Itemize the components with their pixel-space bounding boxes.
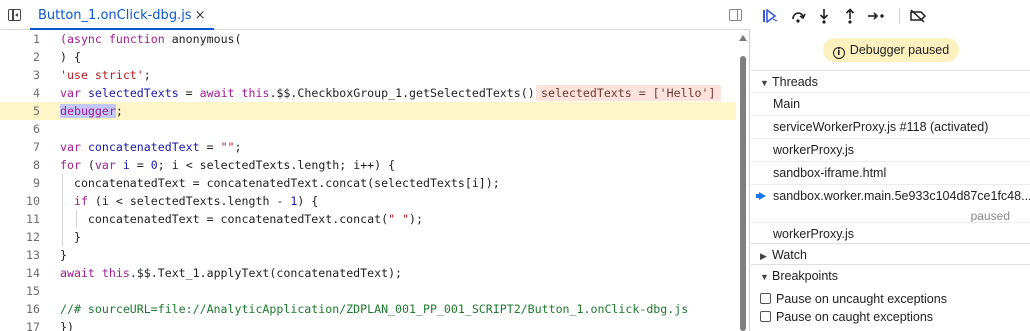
threads-section-header[interactable]: ▼ Threads bbox=[751, 70, 1030, 92]
line-number[interactable]: 13 bbox=[0, 246, 40, 264]
thread-label: workerProxy.js bbox=[773, 227, 855, 241]
caret-down-icon: ▼ bbox=[760, 272, 769, 282]
code-line: 9 concatenatedText = concatenatedText.co… bbox=[0, 174, 736, 192]
info-icon: i bbox=[832, 47, 845, 59]
step-over-icon[interactable] bbox=[787, 6, 809, 26]
line-number[interactable]: 17 bbox=[0, 318, 40, 331]
line-number[interactable]: 11 bbox=[0, 210, 40, 228]
thread-main[interactable]: Main bbox=[751, 92, 1030, 115]
caret-down-icon: ▼ bbox=[760, 78, 769, 88]
code-line: 11 concatenatedText = concatenatedText.c… bbox=[0, 210, 736, 228]
code-line: 14 await this.$$.Text_1.applyText(concate… bbox=[0, 264, 736, 282]
step-out-icon[interactable] bbox=[839, 6, 861, 26]
thread-label: serviceWorkerProxy.js #118 (activated) bbox=[773, 120, 989, 134]
code-line: 7 var concatenatedText = ""; bbox=[0, 138, 736, 156]
step-icon[interactable] bbox=[865, 6, 887, 26]
line-number[interactable]: 10 bbox=[0, 192, 40, 210]
code-line: 16//# sourceURL=file://AnalyticApplicati… bbox=[0, 300, 736, 318]
line-number[interactable]: 4 bbox=[0, 84, 40, 102]
code-line: 10 if (i < selectedTexts.length - 1) { bbox=[0, 192, 736, 210]
line-number[interactable]: 14 bbox=[0, 264, 40, 282]
editor-scrollbar[interactable] bbox=[737, 30, 750, 331]
step-into-icon[interactable] bbox=[813, 6, 835, 26]
close-icon[interactable]: × bbox=[195, 8, 206, 23]
debugger-toolbar bbox=[751, 0, 1030, 32]
code-line: 2) { bbox=[0, 48, 736, 66]
code-line: 8 for (var i = 0; i < selectedTexts.lengt… bbox=[0, 156, 736, 174]
watch-label: Watch bbox=[772, 248, 807, 262]
pause-uncaught-checkbox[interactable] bbox=[760, 293, 771, 304]
scroll-up-icon[interactable] bbox=[739, 35, 747, 41]
thread-paused-label: paused bbox=[970, 209, 1010, 222]
paused-code-line: 5 debugger; bbox=[0, 102, 736, 120]
deactivate-breakpoints-icon[interactable] bbox=[907, 6, 929, 26]
line-number[interactable]: 3 bbox=[0, 66, 40, 84]
code-line: 3'use strict'; bbox=[0, 66, 736, 84]
line-number[interactable]: 8 bbox=[0, 156, 40, 174]
line-number[interactable]: 15 bbox=[0, 282, 40, 300]
threads-label: Threads bbox=[772, 75, 818, 89]
breakpoints-label: Breakpoints bbox=[772, 269, 839, 283]
code-line: 6 bbox=[0, 120, 736, 138]
thread-label: workerProxy.js bbox=[773, 143, 855, 157]
line-number[interactable]: 6 bbox=[0, 120, 40, 138]
code-line: 4 var selectedTexts = await this.$$.Check… bbox=[0, 84, 736, 102]
code-line: 17}) bbox=[0, 318, 736, 331]
scroll-thumb[interactable] bbox=[740, 56, 746, 331]
line-number[interactable]: 5 bbox=[0, 102, 40, 120]
thread-label: sandbox-iframe.html bbox=[773, 166, 887, 180]
editor-tab-bar: Button_1.onClick-dbg.js × bbox=[0, 0, 750, 30]
thread-label: Main bbox=[773, 97, 801, 111]
line-number[interactable]: 16 bbox=[0, 300, 40, 318]
line-number[interactable]: 1 bbox=[0, 30, 40, 48]
code-line: 13} bbox=[0, 246, 736, 264]
tab-button-1-onclick-dbg[interactable]: Button_1.onClick-dbg.js × bbox=[30, 0, 214, 30]
tab-label: Button_1.onClick-dbg.js bbox=[38, 8, 192, 23]
debugger-sidebar-toggle-icon[interactable] bbox=[729, 9, 742, 21]
line-number[interactable]: 12 bbox=[0, 228, 40, 246]
code-area[interactable]: 1 (async function anonymous( 2) { 3'use s… bbox=[0, 30, 736, 331]
line-number[interactable]: 9 bbox=[0, 174, 40, 192]
thread-label: sandbox.worker.main.5e933c104d87ce1fc48.… bbox=[773, 189, 1030, 203]
sidebar-toggle-icon[interactable] bbox=[8, 9, 21, 21]
thread-service-worker-proxy[interactable]: serviceWorkerProxy.js #118 (activated) bbox=[751, 115, 1030, 138]
inline-variable-value: selectedTexts = ['Hello'] bbox=[536, 85, 721, 101]
thread-worker-proxy[interactable]: workerProxy.js bbox=[751, 138, 1030, 161]
toolbar-separator bbox=[899, 8, 900, 24]
pause-caught-checkbox[interactable] bbox=[760, 311, 771, 322]
debugger-paused-badge: i Debugger paused bbox=[823, 38, 959, 62]
thread-sandbox-iframe[interactable]: sandbox-iframe.html bbox=[751, 161, 1030, 184]
line-number[interactable]: 7 bbox=[0, 138, 40, 156]
breakpoints-section-header[interactable]: ▼ Breakpoints bbox=[751, 264, 1030, 286]
pause-uncaught-label: Pause on uncaught exceptions bbox=[776, 292, 947, 306]
thread-sandbox-worker-main[interactable]: sandbox.worker.main.5e933c104d87ce1fc48.… bbox=[751, 184, 1030, 222]
pause-uncaught-option[interactable]: Pause on uncaught exceptions bbox=[760, 290, 947, 308]
code-line: 1 (async function anonymous( bbox=[0, 30, 736, 48]
source-editor: Button_1.onClick-dbg.js × 1 (async functio… bbox=[0, 0, 750, 331]
pause-caught-label: Pause on caught exceptions bbox=[776, 310, 934, 324]
resume-icon[interactable] bbox=[759, 6, 781, 26]
code-line: 15 bbox=[0, 282, 736, 300]
pause-caught-option[interactable]: Pause on caught exceptions bbox=[760, 308, 933, 326]
thread-worker-proxy-2[interactable]: workerProxy.js bbox=[751, 222, 1030, 244]
debugger-sidebar: i Debugger paused ▼ Threads Main serviceWo… bbox=[751, 0, 1030, 331]
current-thread-arrow-icon bbox=[756, 192, 766, 200]
code-line: 12 } bbox=[0, 228, 736, 246]
line-number[interactable]: 2 bbox=[0, 48, 40, 66]
paused-text: Debugger paused bbox=[849, 43, 950, 57]
watch-section-header[interactable]: ▶ Watch bbox=[751, 243, 1030, 265]
